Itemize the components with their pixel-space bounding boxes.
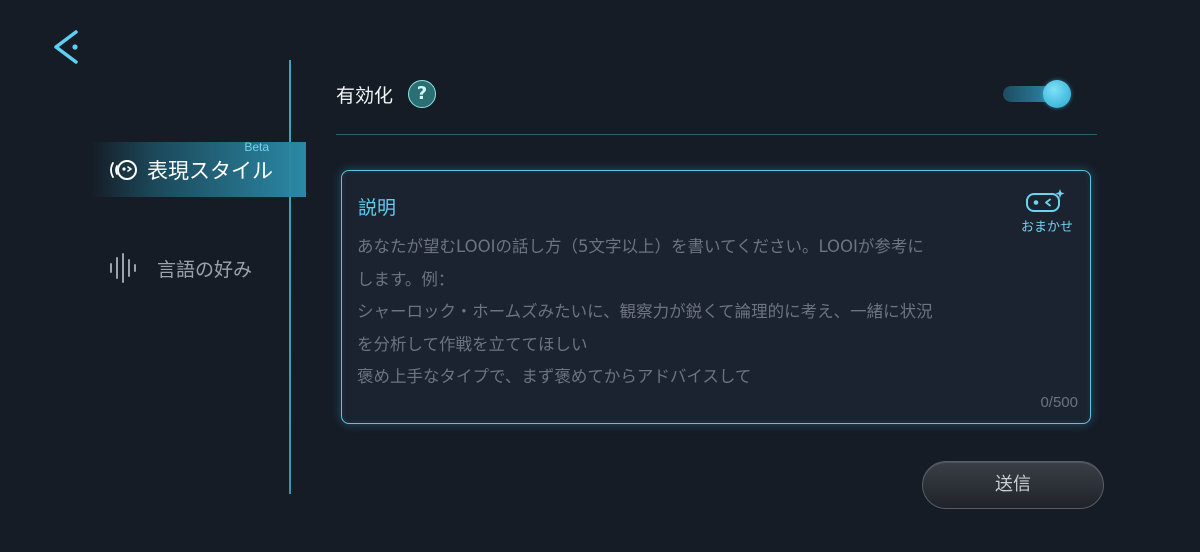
description-title: 説明 (358, 197, 397, 219)
back-button[interactable] (50, 28, 86, 66)
toggle-knob (1043, 80, 1071, 108)
enable-toggle[interactable] (1003, 80, 1071, 108)
placeholder-line: シャーロック・ホームズみたいに、観察力が鋭くて論理的に考え、一緒に状況 (357, 302, 933, 321)
description-placeholder: あなたが望むLOOIの話し方（5文字以上）を書いてください。LOOIが参考に し… (357, 231, 997, 394)
back-chevron-icon (50, 28, 86, 66)
enable-label: 有効化 (336, 85, 394, 107)
placeholder-line: を分析して作戦を立ててほしい (357, 334, 588, 354)
robot-sparkle-icon (1025, 189, 1065, 213)
beta-badge: Beta (244, 140, 269, 154)
placeholder-line: します。例： (357, 269, 455, 289)
placeholder-line: 褒め上手なタイプで、まず褒めてからアドバイスして (357, 367, 752, 386)
sound-wave-icon (107, 252, 139, 284)
auto-button[interactable]: おまかせ (1014, 189, 1084, 237)
question-icon[interactable]: ? (408, 80, 436, 108)
sidebar-item-language-preference[interactable]: 言語の好み (105, 248, 295, 288)
description-input[interactable]: 説明 おまかせ あなたが望むLOOIの話し方（5文字以上）を書いてください。LO… (341, 170, 1091, 424)
sidebar-item-label: 表現スタイル (147, 159, 273, 183)
auto-label: おまかせ (1020, 220, 1073, 235)
send-button[interactable]: 送信 (922, 461, 1104, 509)
face-sound-icon (108, 156, 138, 184)
sidebar-item-label: 言語の好み (157, 259, 253, 281)
sidebar-item-expression-style[interactable]: 表現スタイル Beta (90, 140, 306, 197)
char-counter: 0/500 (1040, 394, 1078, 411)
placeholder-line: あなたが望むLOOIの話し方（5文字以上）を書いてください。LOOIが参考に (357, 237, 924, 256)
horizontal-divider (336, 134, 1097, 135)
